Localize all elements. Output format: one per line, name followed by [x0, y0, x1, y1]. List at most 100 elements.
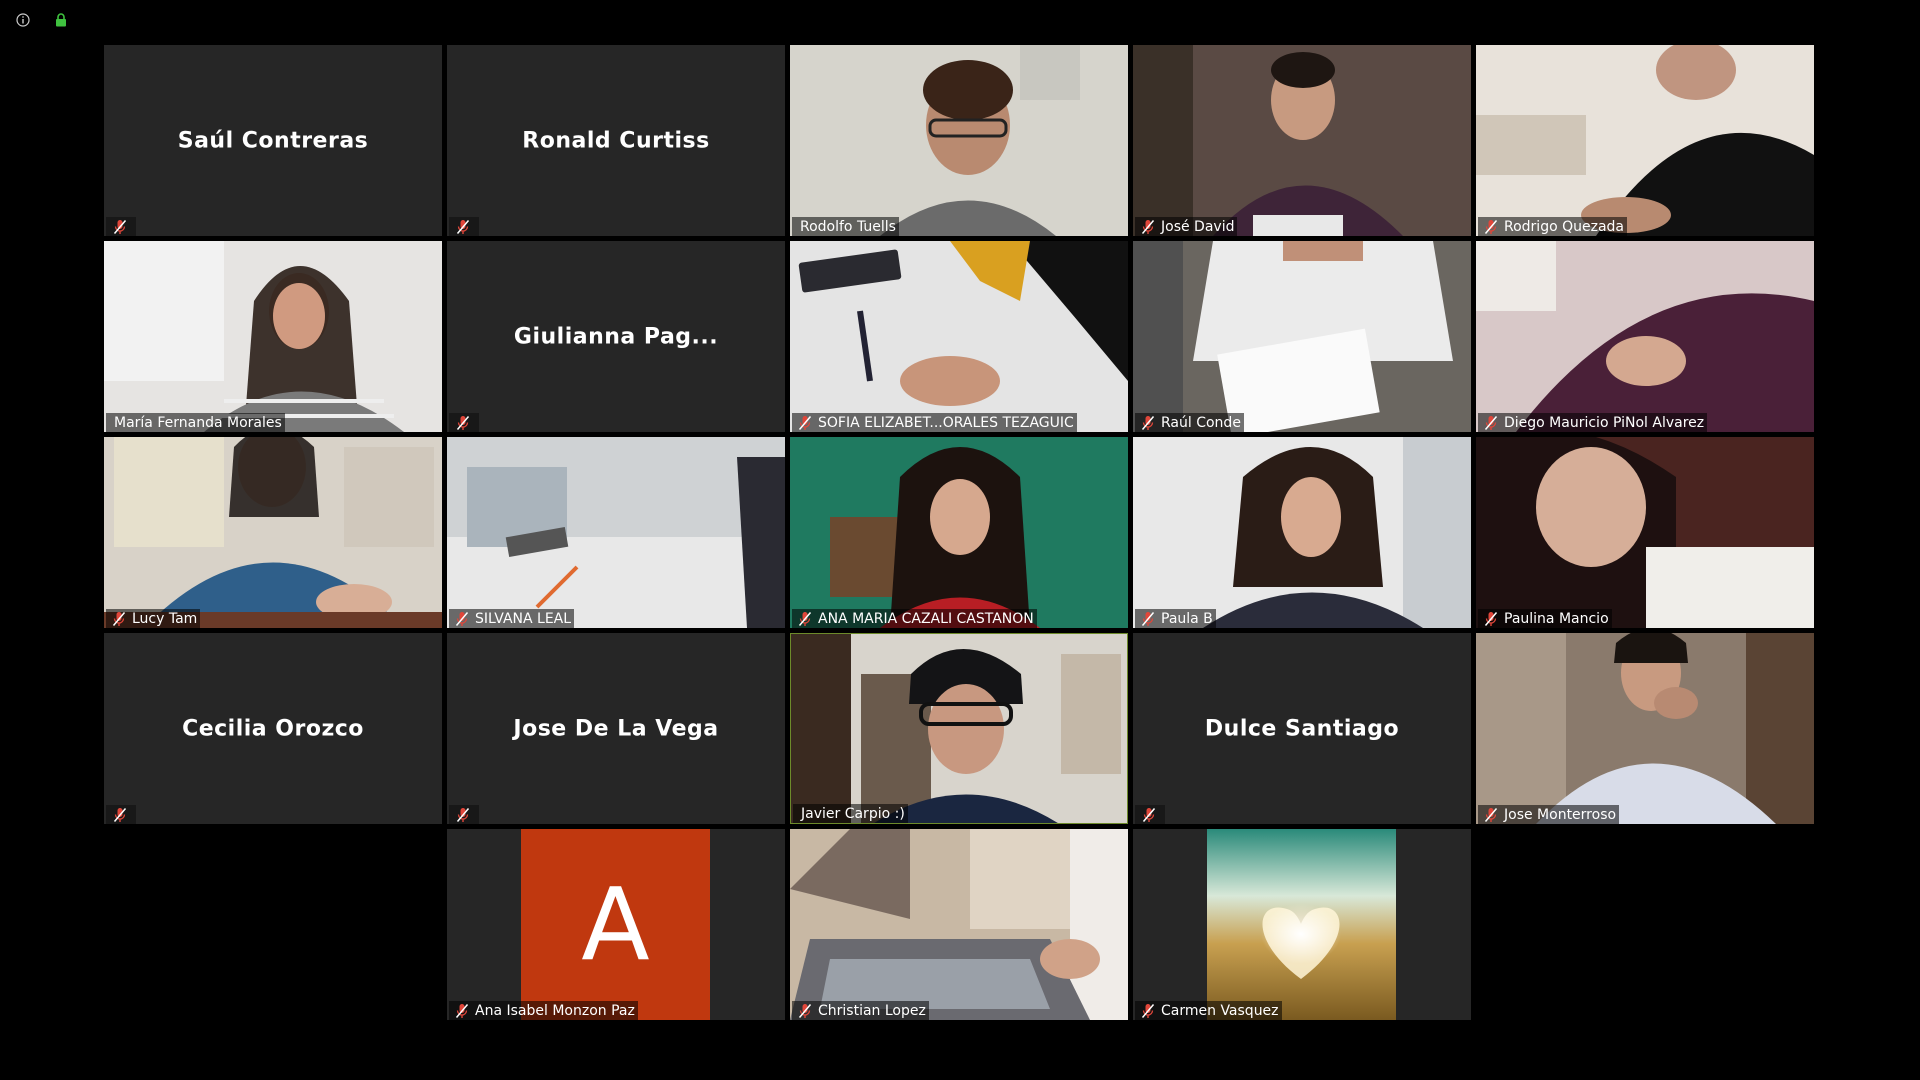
- participant-tile[interactable]: Diego Mauricio PiNol Alvarez: [1476, 241, 1814, 432]
- participant-label: Rodolfo Tuells: [792, 217, 899, 236]
- participant-label: Ana Isabel Monzon Paz: [449, 1001, 638, 1020]
- video-feed: [790, 241, 1128, 432]
- muted-mic-icon: [1141, 219, 1155, 235]
- video-feed: [1133, 437, 1471, 628]
- participant-tile[interactable]: SOFIA ELIZABET...ORALES TEZAGUIC: [790, 241, 1128, 432]
- lock-icon[interactable]: [53, 12, 69, 28]
- participant-tile[interactable]: Christian Lopez: [790, 829, 1128, 1020]
- participant-tile[interactable]: Jose Monterroso: [1476, 633, 1814, 824]
- video-feed: [104, 241, 442, 432]
- participant-tile[interactable]: Paulina Mancio: [1476, 437, 1814, 628]
- participant-tile[interactable]: Jose De La Vega: [447, 633, 785, 824]
- participant-tile[interactable]: Lucy Tam: [104, 437, 442, 628]
- muted-mic-icon: [798, 1003, 812, 1019]
- muted-mic-icon: [456, 807, 470, 823]
- participant-tile[interactable]: SILVANA LEAL: [447, 437, 785, 628]
- video-feed: [1133, 241, 1471, 432]
- participant-label: Rodrigo Quezada: [1478, 217, 1627, 236]
- participant-name-display: Cecilia Orozco: [182, 716, 364, 741]
- video-feed: [790, 45, 1128, 236]
- muted-mic-icon: [798, 611, 812, 627]
- participant-label: SOFIA ELIZABET...ORALES TEZAGUIC: [792, 413, 1077, 432]
- muted-mic-icon: [1484, 611, 1498, 627]
- video-feed: [791, 634, 1127, 823]
- participant-name: SOFIA ELIZABET...ORALES TEZAGUIC: [818, 414, 1074, 431]
- muted-mic-icon: [113, 807, 127, 823]
- participant-name: Paulina Mancio: [1504, 610, 1609, 627]
- muted-mic-icon: [1141, 611, 1155, 627]
- participant-name-display: Giulianna Pag...: [513, 324, 719, 349]
- video-feed: [1476, 45, 1814, 236]
- participant-tile[interactable]: Cecilia Orozco: [104, 633, 442, 824]
- participant-label: [1135, 805, 1165, 824]
- profile-photo: [1207, 829, 1396, 1020]
- avatar: A: [521, 829, 710, 1020]
- participant-name: Ana Isabel Monzon Paz: [475, 1002, 635, 1019]
- video-feed: [790, 437, 1128, 628]
- participant-label: Javier Carpio :): [793, 804, 908, 823]
- participant-label: SILVANA LEAL: [449, 609, 575, 628]
- participant-label: José David: [1135, 217, 1238, 236]
- participant-tile[interactable]: María Fernanda Morales: [104, 241, 442, 432]
- participant-name-display: Jose De La Vega: [513, 716, 719, 741]
- participant-label: Jose Monterroso: [1478, 805, 1620, 824]
- muted-mic-icon: [1141, 1003, 1155, 1019]
- video-feed: [447, 437, 785, 628]
- participant-tile[interactable]: Carmen Vasquez: [1133, 829, 1471, 1020]
- participant-label: Paulina Mancio: [1478, 609, 1612, 628]
- participant-tile[interactable]: Dulce Santiago: [1133, 633, 1471, 824]
- muted-mic-icon: [112, 611, 126, 627]
- top-bar: [0, 0, 1920, 40]
- video-feed: [104, 437, 442, 628]
- active-speaker-tile[interactable]: Javier Carpio :): [790, 633, 1128, 824]
- participant-tile[interactable]: Raúl Conde: [1133, 241, 1471, 432]
- muted-mic-icon: [1484, 807, 1498, 823]
- participant-name: Jose Monterroso: [1504, 806, 1617, 823]
- participant-tile[interactable]: Saúl Contreras: [104, 45, 442, 236]
- participant-tile[interactable]: Giulianna Pag...: [447, 241, 785, 432]
- participant-name: Lucy Tam: [132, 610, 198, 627]
- participant-name-display: Saúl Contreras: [177, 128, 369, 153]
- participant-label: Diego Mauricio PiNol Alvarez: [1478, 413, 1708, 432]
- muted-mic-icon: [1484, 415, 1498, 431]
- participant-label: [106, 805, 136, 824]
- participant-label: [106, 217, 136, 236]
- muted-mic-icon: [798, 415, 812, 431]
- participant-tile[interactable]: Rodolfo Tuells: [790, 45, 1128, 236]
- participant-tile[interactable]: A Ana Isabel Monzon Paz: [447, 829, 785, 1020]
- participant-tile[interactable]: Rodrigo Quezada: [1476, 45, 1814, 236]
- info-icon[interactable]: [15, 12, 31, 28]
- participant-label: Christian Lopez: [792, 1001, 929, 1020]
- participant-name: Carmen Vasquez: [1161, 1002, 1279, 1019]
- participant-name: José David: [1161, 218, 1235, 235]
- muted-mic-icon: [1484, 219, 1498, 235]
- participant-tile[interactable]: Ronald Curtiss: [447, 45, 785, 236]
- participant-name: Rodolfo Tuells: [800, 218, 896, 235]
- participant-name: ANA MARIA CAZALI CASTANON: [818, 610, 1034, 627]
- participant-name-display: Ronald Curtiss: [522, 128, 710, 153]
- participant-tile[interactable]: Paula B: [1133, 437, 1471, 628]
- participant-name: Raúl Conde: [1161, 414, 1241, 431]
- participant-label: ANA MARIA CAZALI CASTANON: [792, 609, 1037, 628]
- participant-tile[interactable]: José David: [1133, 45, 1471, 236]
- muted-mic-icon: [1142, 807, 1156, 823]
- participant-name: Javier Carpio :): [801, 805, 905, 822]
- participant-name: Rodrigo Quezada: [1504, 218, 1624, 235]
- muted-mic-icon: [1141, 415, 1155, 431]
- participant-label: [449, 217, 479, 236]
- participant-label: Lucy Tam: [106, 609, 201, 628]
- video-feed: [1476, 241, 1814, 432]
- participant-label: Carmen Vasquez: [1135, 1001, 1282, 1020]
- video-feed: [790, 829, 1128, 1020]
- participant-tile[interactable]: ANA MARIA CAZALI CASTANON: [790, 437, 1128, 628]
- video-feed: [1476, 437, 1814, 628]
- muted-mic-icon: [455, 1003, 469, 1019]
- muted-mic-icon: [456, 219, 470, 235]
- participant-name: Diego Mauricio PiNol Alvarez: [1504, 414, 1705, 431]
- participant-label: Raúl Conde: [1135, 413, 1244, 432]
- participant-name: Paula B: [1161, 610, 1213, 627]
- participant-label: María Fernanda Morales: [106, 413, 285, 432]
- participant-name: SILVANA LEAL: [475, 610, 572, 627]
- participant-label: [449, 413, 479, 432]
- participant-label: [449, 805, 479, 824]
